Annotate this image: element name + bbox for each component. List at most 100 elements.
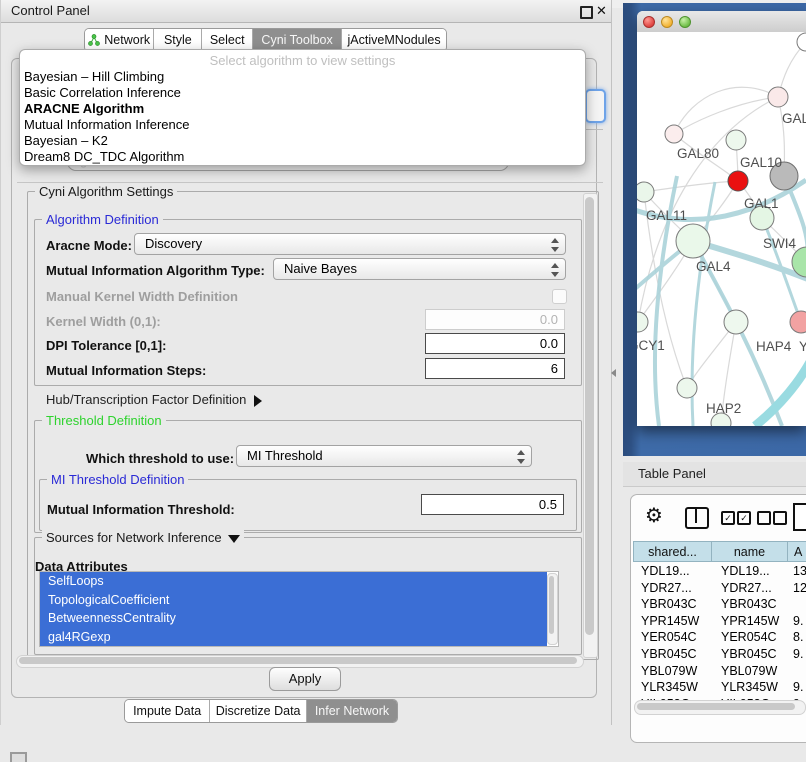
attribute-list-scrollbar[interactable]	[547, 573, 558, 645]
node-unlabeled-top[interactable]	[797, 33, 806, 51]
column-header-shared[interactable]: shared...	[633, 541, 712, 562]
expanded-arrow-icon	[228, 535, 240, 543]
sources-title-label: Sources for Network Inference	[46, 530, 222, 545]
table-scrollbar-thumb[interactable]	[637, 703, 795, 710]
hub-definition-toggle[interactable]: Hub/Transcription Factor Definition	[46, 392, 262, 407]
network-window: GAL80 GAL10 GAL11 GAL1 SWI4 GAL4 GCY1 HA…	[637, 11, 806, 426]
node-hap2[interactable]	[677, 378, 697, 398]
close-icon[interactable]: ✕	[596, 3, 607, 19]
cell: YBR045C	[641, 646, 697, 663]
attribute-item-betweennesscentrality[interactable]: BetweennessCentrality	[40, 609, 547, 628]
tab-impute-data[interactable]: Impute Data	[125, 700, 210, 722]
table-row[interactable]: YPR145WYPR145W9.	[633, 613, 806, 630]
table-row[interactable]: YDR27...YDR27...12	[633, 580, 806, 597]
cell: YDL19...	[721, 563, 770, 580]
menu-item-aracne[interactable]: ARACNE Algorithm	[23, 101, 579, 117]
mi-steps-label: Mutual Information Steps:	[46, 363, 206, 378]
cell: 8.	[793, 629, 803, 646]
tab-select[interactable]: Select	[202, 29, 253, 51]
tab-network[interactable]: Network	[85, 29, 154, 51]
node-label-y-partial: Y	[799, 339, 806, 354]
node-label-gal-partial: GAL	[782, 111, 806, 126]
tab-infer-network-label: Infer Network	[315, 700, 389, 722]
cell: YBL079W	[641, 663, 697, 680]
tab-discretize-data[interactable]: Discretize Data	[210, 700, 307, 722]
network-canvas[interactable]: GAL80 GAL10 GAL11 GAL1 SWI4 GAL4 GCY1 HA…	[637, 32, 806, 426]
docked-panel-icon[interactable]	[10, 752, 27, 762]
tab-infer-network[interactable]: Infer Network	[307, 700, 397, 722]
mi-type-select[interactable]: Naive Bayes	[273, 258, 566, 280]
table-row[interactable]: YBL079W YBL079W	[633, 663, 806, 680]
attribute-item-topologicalcoefficient[interactable]: TopologicalCoefficient	[40, 591, 547, 610]
tab-style[interactable]: Style	[154, 29, 202, 51]
table-row[interactable]: YDL19...YDL19...13	[633, 563, 806, 580]
mi-steps-field[interactable]: 6	[425, 358, 565, 379]
table-row[interactable]: YER054CYER054C8.	[633, 629, 806, 646]
node-label-gal80: GAL80	[677, 146, 719, 161]
bottom-tabs: Impute Data Discretize Data Infer Networ…	[124, 699, 398, 723]
table-horizontal-scrollbar[interactable]	[634, 700, 806, 715]
sources-group-title[interactable]: Sources for Network Inference	[42, 530, 244, 545]
zoom-traffic-light-icon[interactable]	[679, 16, 691, 28]
select-all-checkbox-icon[interactable]: ✓	[721, 511, 735, 525]
node-gal4[interactable]	[676, 224, 710, 258]
settings-scrollbar-thumb[interactable]	[585, 197, 594, 635]
kernel-width-field[interactable]: 0.0	[425, 309, 565, 330]
mi-threshold-field[interactable]: 0.5	[421, 494, 564, 515]
table-row[interactable]: YBR045CYBR045C9.	[633, 646, 806, 663]
node-gal10[interactable]	[726, 130, 746, 150]
tab-cyni-toolbox-label: Cyni Toolbox	[261, 29, 332, 51]
export-table-icon[interactable]	[793, 503, 806, 531]
table-row[interactable]: YLR345WYLR345W9.	[633, 679, 806, 696]
deselect-all-checkbox-icon2[interactable]	[773, 511, 787, 525]
horizontal-scrollbar-thumb[interactable]	[19, 657, 577, 664]
dpi-tolerance-field[interactable]: 0.0	[425, 333, 565, 354]
manual-kernel-checkbox[interactable]	[552, 289, 567, 304]
cyni-settings-group-title: Cyni Algorithm Settings	[35, 184, 177, 199]
menu-item-bayesian-k2[interactable]: Bayesian – K2	[23, 133, 579, 149]
cell: YBR043C	[641, 596, 697, 613]
attribute-item-gal4rgexp[interactable]: gal4RGexp	[40, 628, 547, 647]
menu-item-bayesian-hill-climbing[interactable]: Bayesian – Hill Climbing	[23, 69, 579, 85]
hidden-group-border	[585, 129, 603, 130]
menu-item-dream8[interactable]: Dream8 DC_TDC Algorithm	[23, 149, 579, 165]
column-header-name[interactable]: name	[711, 541, 788, 562]
close-traffic-light-icon[interactable]	[643, 16, 655, 28]
dpi-tolerance-label: DPI Tolerance [0,1]:	[46, 338, 166, 353]
tab-discretize-data-label: Discretize Data	[216, 700, 301, 722]
threshold-definition-title: Threshold Definition	[42, 413, 166, 428]
node-gal-partial[interactable]	[768, 87, 788, 107]
settings-vertical-scrollbar[interactable]	[583, 193, 598, 658]
combo-spinner-icon	[550, 263, 558, 277]
node-gal11[interactable]	[637, 182, 654, 202]
table-row[interactable]: YBR043CYBR043C	[633, 596, 806, 613]
cell: YBL079W	[721, 663, 777, 680]
menu-item-mutual-information[interactable]: Mutual Information Inference	[23, 117, 579, 133]
gear-icon[interactable]: ⚙	[645, 503, 663, 528]
network-window-titlebar	[637, 11, 806, 33]
tab-cyni-toolbox[interactable]: Cyni Toolbox	[253, 29, 342, 51]
node-unlabeled-pink[interactable]	[665, 125, 683, 143]
attribute-scrollbar-thumb[interactable]	[549, 576, 554, 634]
node-gcy1[interactable]	[637, 312, 648, 332]
column-chooser-icon[interactable]	[685, 507, 709, 529]
select-all-checkbox-icon2[interactable]: ✓	[737, 511, 751, 525]
apply-button[interactable]: Apply	[269, 667, 341, 691]
aracne-mode-select[interactable]: Discovery	[134, 233, 566, 255]
node-hap4[interactable]	[724, 310, 748, 334]
application-root: Control Panel ✕ Network Style Select	[0, 0, 806, 762]
panel-splitter-arrow[interactable]	[611, 369, 616, 377]
column-header-partial[interactable]: A	[787, 541, 806, 562]
which-threshold-select[interactable]: MI Threshold	[236, 445, 532, 467]
float-window-icon[interactable]	[580, 6, 593, 19]
menu-item-basic-correlation[interactable]: Basic Correlation Inference	[23, 85, 579, 101]
tab-jactivemnodules[interactable]: jActiveMNodules	[342, 29, 446, 51]
tab-impute-data-label: Impute Data	[133, 700, 201, 722]
node-selected-red[interactable]	[728, 171, 748, 191]
attribute-item-selfloops[interactable]: SelfLoops	[40, 572, 547, 591]
node-salmon[interactable]	[790, 311, 806, 333]
minimize-traffic-light-icon[interactable]	[661, 16, 673, 28]
deselect-all-checkbox-icon[interactable]	[757, 511, 771, 525]
cell: YPR145W	[721, 613, 779, 630]
tab-style-label: Style	[164, 29, 192, 51]
